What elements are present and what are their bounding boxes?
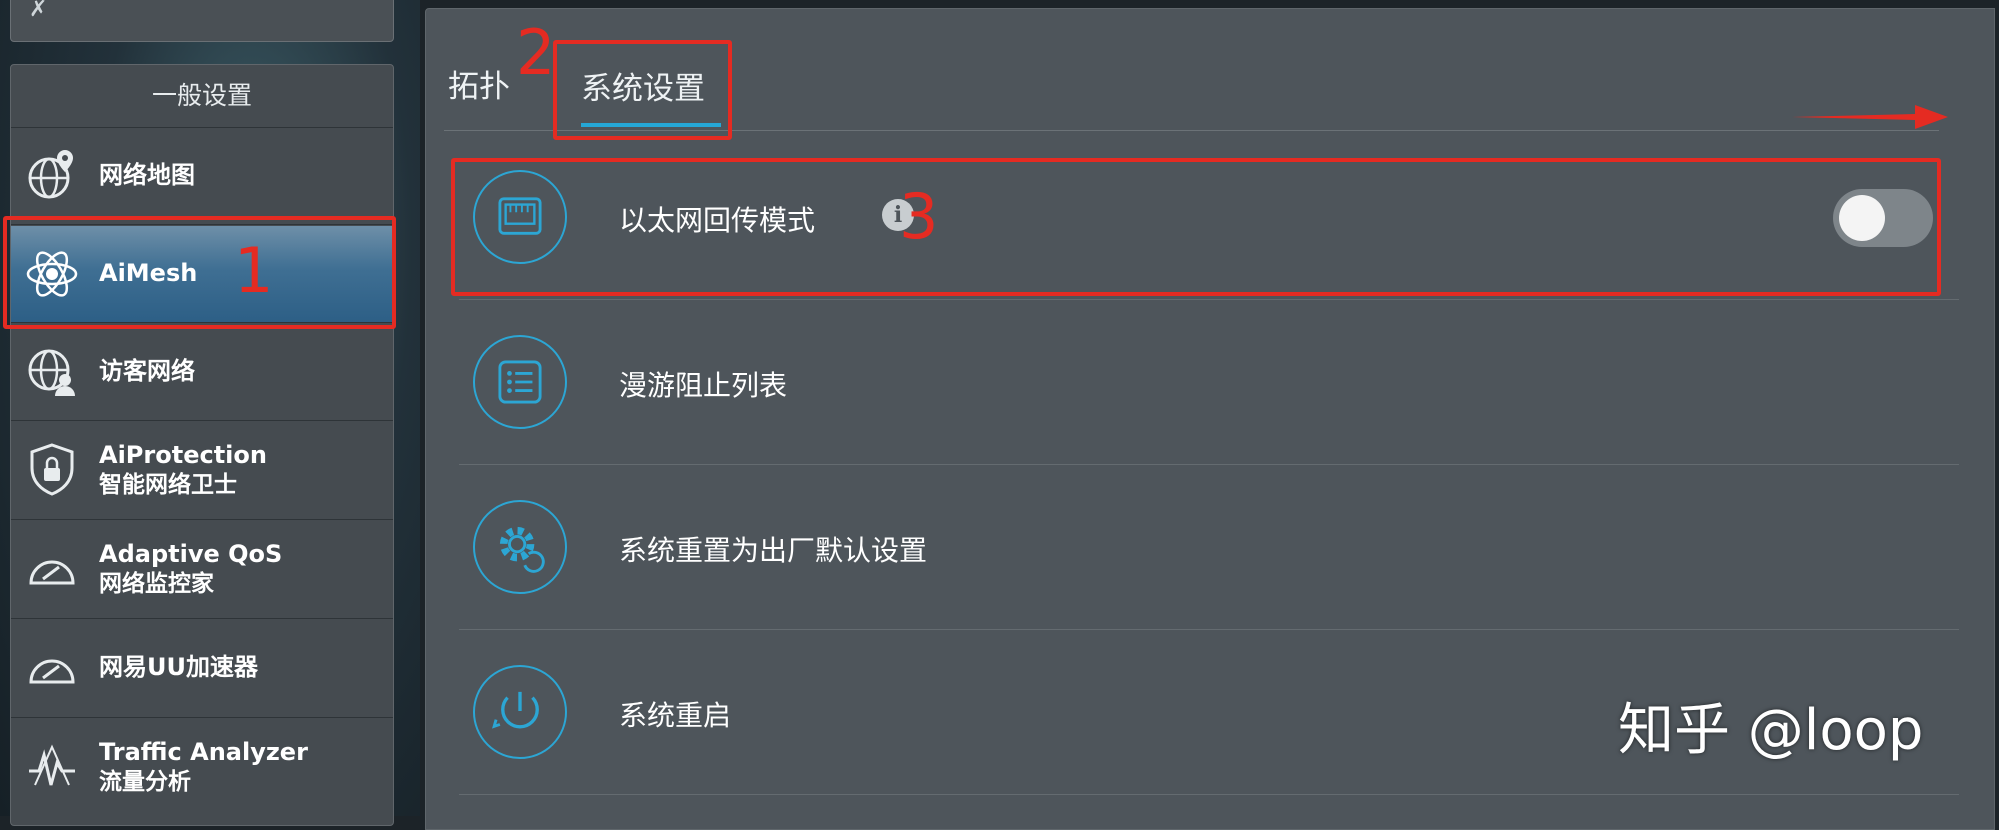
annotation-box-2 bbox=[553, 40, 732, 140]
sidebar: 一般设置 网络地图 AiMesh 访客网络 AiProtection 智能网络卫… bbox=[10, 64, 394, 826]
shield-lock-icon bbox=[30, 443, 74, 496]
tools-icon: ✗ bbox=[29, 0, 48, 22]
speedometer-icon bbox=[29, 560, 75, 585]
red-arrow-icon bbox=[1792, 105, 1948, 129]
annotation-number-1: 1 bbox=[234, 234, 274, 307]
previous-menu-item[interactable]: ✗ bbox=[10, 0, 394, 42]
sidebar-item-adaptive-qos[interactable]: Adaptive QoS 网络监控家 bbox=[11, 521, 393, 619]
power-restart-icon bbox=[473, 665, 567, 759]
setting-label: 漫游阻止列表 bbox=[619, 369, 788, 402]
guest-globe-icon bbox=[28, 349, 75, 396]
sidebar-item-title: AiProtection bbox=[99, 441, 267, 469]
sidebar-item-label: 网络地图 bbox=[99, 161, 195, 189]
tab-topology[interactable]: 拓扑 bbox=[448, 61, 510, 106]
list-icon bbox=[473, 335, 567, 429]
sidebar-item-subtitle: 网络监控家 bbox=[99, 571, 214, 597]
speedometer-icon bbox=[29, 659, 75, 684]
setting-label: 系统重启 bbox=[619, 699, 732, 732]
traffic-chart-icon bbox=[29, 744, 75, 786]
sidebar-item-title: Adaptive QoS bbox=[99, 540, 283, 568]
setting-row-roaming-block-list[interactable]: 漫游阻止列表 bbox=[459, 300, 1959, 465]
sidebar-item-guest-network[interactable]: 访客网络 bbox=[11, 324, 393, 421]
sidebar-item-label: Traffic Analyzer 流量分析 bbox=[99, 737, 308, 797]
annotation-number-3: 3 bbox=[899, 180, 939, 253]
setting-label: 系统重置为出厂默认设置 bbox=[619, 534, 928, 567]
annotation-number-2: 2 bbox=[516, 16, 556, 89]
sidebar-item-label: 访客网络 bbox=[99, 357, 195, 385]
sidebar-item-traffic-analyzer[interactable]: Traffic Analyzer 流量分析 bbox=[11, 719, 393, 817]
sidebar-item-uu-accelerator[interactable]: 网易UU加速器 bbox=[11, 620, 393, 718]
watermark: 知乎 @loop bbox=[1618, 698, 1924, 763]
globe-pin-icon bbox=[28, 150, 73, 199]
gear-reset-icon bbox=[473, 500, 567, 594]
sidebar-item-title: Traffic Analyzer bbox=[99, 738, 308, 766]
sidebar-item-subtitle: 智能网络卫士 bbox=[99, 472, 237, 498]
sidebar-item-subtitle: 流量分析 bbox=[99, 769, 191, 795]
sidebar-header: 一般设置 bbox=[11, 65, 393, 128]
sidebar-item-label: AiProtection 智能网络卫士 bbox=[99, 440, 267, 500]
annotation-box-3 bbox=[451, 158, 1941, 296]
sidebar-item-label: Adaptive QoS 网络监控家 bbox=[99, 539, 282, 599]
sidebar-item-label: 网易UU加速器 bbox=[99, 653, 258, 681]
sidebar-item-aiprotection[interactable]: AiProtection 智能网络卫士 bbox=[11, 422, 393, 520]
annotation-box-1 bbox=[3, 216, 396, 329]
sidebar-item-network-map[interactable]: 网络地图 bbox=[11, 128, 393, 225]
setting-row-factory-reset[interactable]: 系统重置为出厂默认设置 bbox=[459, 465, 1959, 630]
